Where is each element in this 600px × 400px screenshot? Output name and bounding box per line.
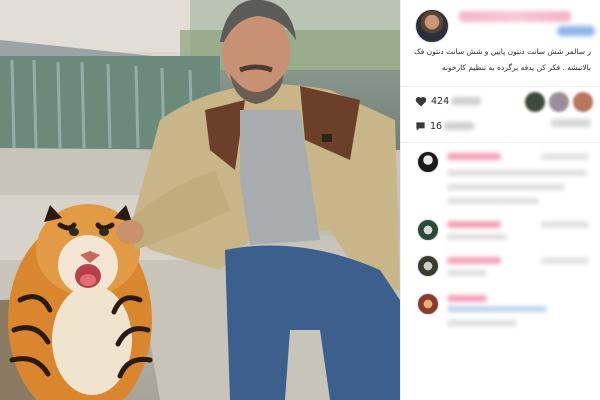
liker-avatar[interactable] <box>573 92 593 112</box>
photo-scene <box>0 0 400 400</box>
comment-icon[interactable] <box>415 121 426 132</box>
comment-time-blurred <box>541 257 589 264</box>
commenter-name-blurred[interactable] <box>447 295 487 302</box>
view-link-blurred[interactable] <box>551 119 591 127</box>
comment-text-blurred <box>447 198 539 204</box>
liker-avatar[interactable] <box>549 92 569 112</box>
liker-avatars <box>521 92 593 112</box>
post-stats: 424 16 <box>401 86 600 142</box>
comment-text-blurred <box>447 306 547 312</box>
comment-item <box>401 290 600 330</box>
commenter-name-blurred[interactable] <box>447 153 501 160</box>
likes-row[interactable]: 424 <box>415 93 482 109</box>
commenter-avatar[interactable] <box>417 151 439 173</box>
post-sidebar: ر سالمر شش سانت دنتون پایین و شش سانت دن… <box>400 0 600 400</box>
likes-count-blurred <box>451 97 482 105</box>
post-header: ر سالمر شش سانت دنتون پایین و شش سانت دن… <box>401 0 600 86</box>
liker-avatar[interactable] <box>525 92 545 112</box>
follow-button-blurred[interactable] <box>557 26 595 36</box>
comment-item <box>401 216 600 256</box>
comments-count-blurred <box>444 122 475 130</box>
comment-item <box>401 252 600 292</box>
commenter-name-blurred[interactable] <box>447 257 501 264</box>
commenter-name-blurred[interactable] <box>447 221 501 228</box>
comments-list <box>401 142 600 400</box>
comment-time-blurred <box>541 153 589 160</box>
comment-text-blurred <box>447 234 507 240</box>
post-photo <box>0 0 400 400</box>
comment-text-blurred <box>447 270 487 276</box>
heart-icon[interactable] <box>415 96 427 107</box>
comment-text-blurred <box>447 184 565 190</box>
comments-count: 16 <box>430 120 443 132</box>
comment-time-blurred <box>541 221 589 228</box>
comments-row[interactable]: 16 <box>415 118 475 134</box>
author-avatar[interactable] <box>415 9 449 43</box>
comment-text-blurred <box>447 170 587 176</box>
comment-text-blurred <box>447 320 517 326</box>
comment-item <box>401 148 600 204</box>
author-username-blurred[interactable] <box>459 11 571 22</box>
commenter-avatar[interactable] <box>417 293 439 315</box>
commenter-avatar[interactable] <box>417 255 439 277</box>
post-caption: ر سالمر شش سانت دنتون پایین و شش سانت دن… <box>413 47 591 72</box>
likes-count: 424 <box>431 95 450 107</box>
commenter-avatar[interactable] <box>417 219 439 241</box>
